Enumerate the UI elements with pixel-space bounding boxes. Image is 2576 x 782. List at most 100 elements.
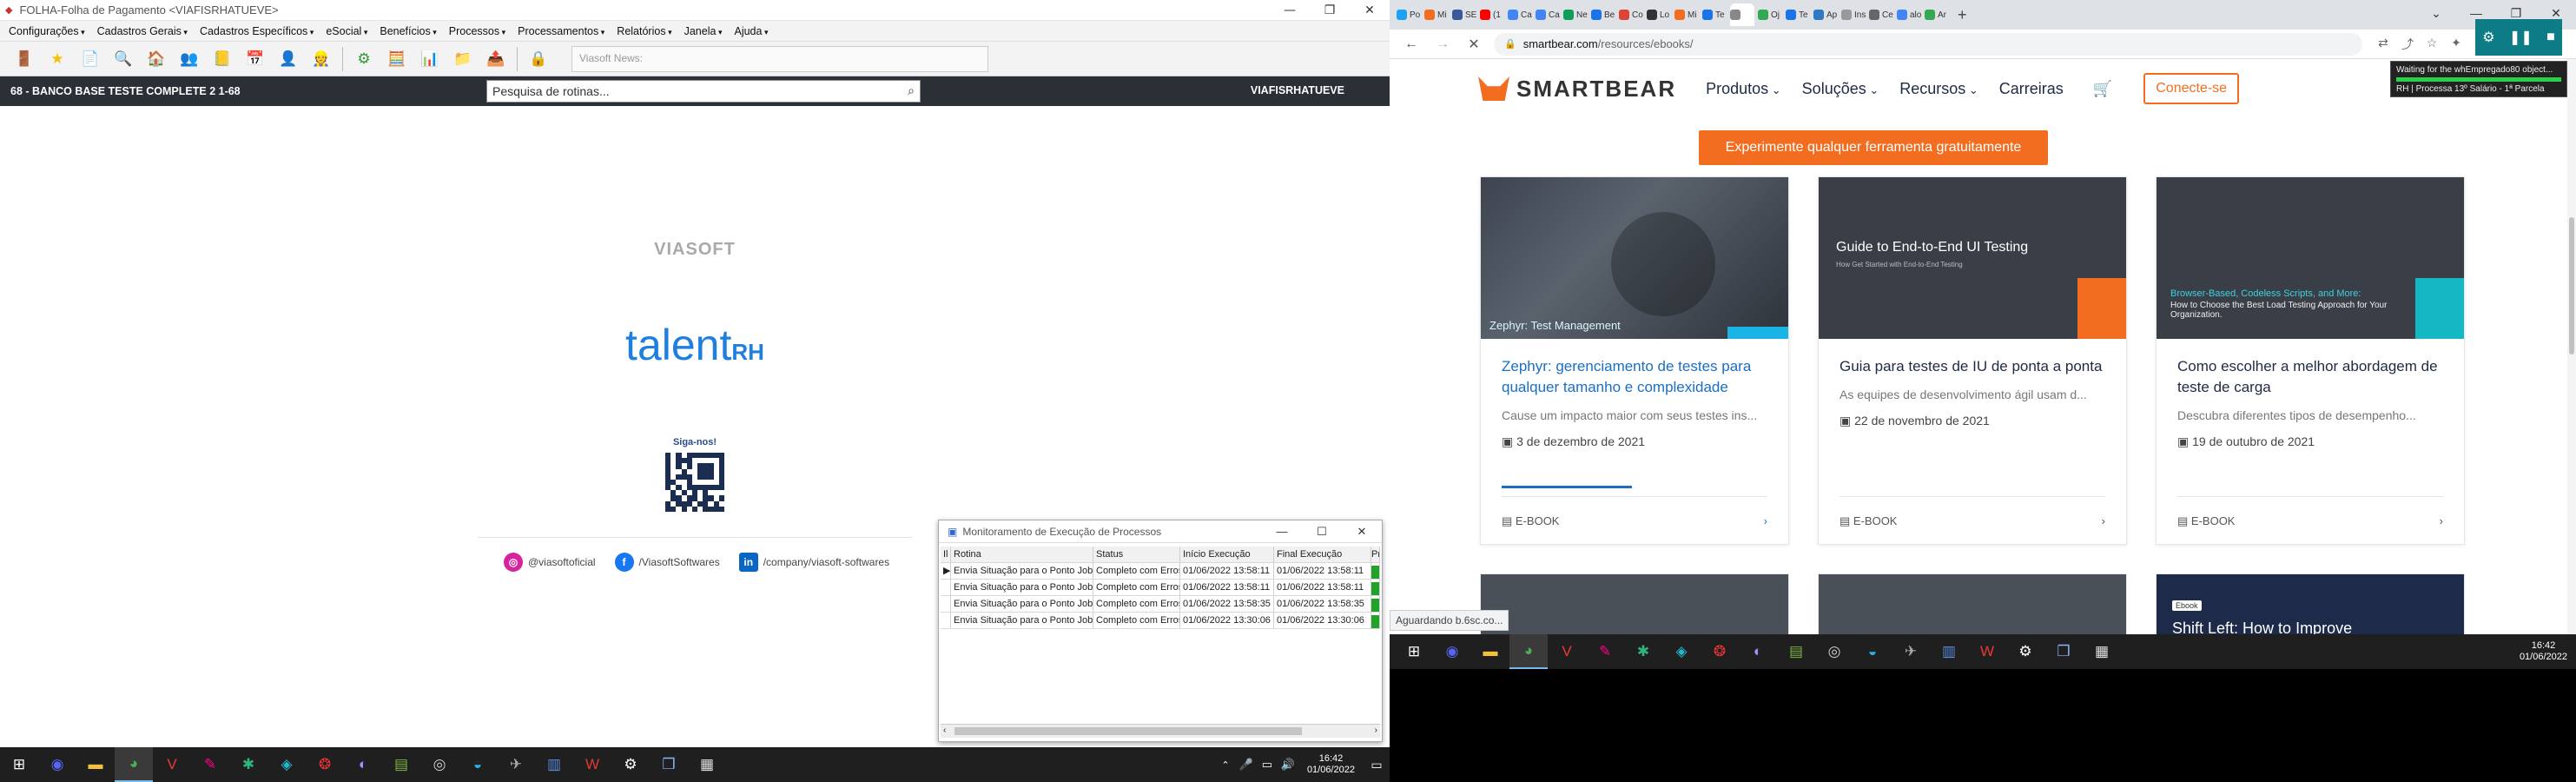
app-red-icon[interactable]: ❂ [1701,634,1739,669]
browser-tab[interactable]: (1 [1480,3,1504,26]
browser-tab[interactable]: Ins [1841,3,1866,26]
page-scrollbar[interactable] [2567,59,2576,634]
monitor-minimize-button[interactable]: — [1262,525,1302,539]
page-scrollbar-thumb[interactable] [2569,217,2574,355]
back-icon[interactable]: ← [1402,36,1421,52]
table-row[interactable]: Envia Situação para o Ponto Job Completo… [941,613,1380,629]
report-icon[interactable]: 📊 [418,47,442,71]
lock-icon[interactable]: 🔒 [526,47,551,71]
favorites-icon[interactable]: ★ [45,47,69,71]
document-icon[interactable]: 📄 [78,47,102,71]
nav-recursos[interactable]: Recursos [1899,80,1978,98]
paint-icon[interactable]: ✎ [1586,634,1624,669]
discord-icon[interactable]: ◉ [38,747,76,782]
close-button[interactable]: ✕ [1350,0,1390,21]
browser-tab[interactable]: Te [1786,3,1810,26]
browser-tab[interactable]: Mi [1424,3,1449,26]
settings-icon[interactable]: ⚙ [611,747,650,782]
card-title[interactable]: Como escolher a melhor abordagem de test… [2177,356,2447,398]
scrollbar-thumb[interactable] [954,727,1302,735]
header-rotina[interactable]: Rotina [951,547,1093,562]
linkedin-link[interactable]: in/company/viasoft-softwares [738,553,889,572]
users-icon[interactable]: 👥 [177,47,201,71]
exit-icon[interactable]: 🚪 [12,47,36,71]
header-inicio[interactable]: Início Execução [1180,547,1274,562]
browser-tab[interactable]: Ar [1925,3,1949,26]
book-icon[interactable]: ❒ [2044,634,2083,669]
try-free-button[interactable]: Experimente qualquer ferramenta gratuita… [1699,130,2048,165]
ebook-card-zephyr[interactable]: Zephyr: Test Management Zephyr: gerencia… [1480,176,1789,545]
notepad-icon[interactable]: ▤ [382,747,420,782]
file-explorer-icon[interactable]: ▬ [76,747,115,782]
browser-tab[interactable]: Lo [1647,3,1671,26]
chevron-right-icon[interactable]: › [2440,514,2443,528]
notes-icon[interactable]: 📒 [210,47,234,71]
new-tab-button[interactable]: + [1958,6,1967,24]
menu-ajuda[interactable]: Ajuda [734,25,768,37]
connect-button[interactable]: Conecte-se [2143,73,2240,104]
browser-tab[interactable]: Te [1702,3,1727,26]
user-settings-icon[interactable]: 👷 [309,47,334,71]
wps-icon[interactable]: W [573,747,611,782]
facebook-link[interactable]: f/ViasoftSoftwares [614,553,720,572]
extension-stop-icon[interactable]: ■ [2546,30,2555,45]
search-doc-icon[interactable]: 🔍 [111,47,135,71]
chrome-icon[interactable]: ◕ [1509,634,1548,669]
browser-tab[interactable]: Mi [1674,3,1699,26]
archive-icon[interactable]: ▥ [535,747,573,782]
monitor-close-button[interactable]: ✕ [1342,525,1382,539]
extensions-icon[interactable]: ✦ [2444,36,2468,53]
tray-chevron-icon[interactable]: ⌃ [1215,747,1236,782]
monitor-maximize-button[interactable]: ☐ [1302,525,1342,539]
stop-loading-icon[interactable]: ✕ [1464,36,1483,53]
notepad-icon[interactable]: ▤ [1777,634,1815,669]
ebook-card-partial[interactable] [1480,573,1789,634]
obs-icon[interactable]: ◎ [420,747,459,782]
browser-tab[interactable]: Po [1397,3,1421,26]
scroll-right-icon[interactable]: › [1375,726,1377,735]
cart-icon[interactable]: 🛒 [2093,80,2112,98]
network-icon[interactable]: ▭ [1257,747,1278,782]
browser-tab[interactable]: Ce [1869,3,1893,26]
extension-gear-icon[interactable]: ⚙ [2482,29,2494,46]
user-search-icon[interactable]: 👤 [276,47,301,71]
scroll-left-icon[interactable]: ‹ [943,726,946,735]
chevron-right-icon[interactable]: › [1764,514,1767,528]
microphone-icon[interactable]: 🎤 [1236,747,1257,782]
right-clock[interactable]: 16:42 01/06/2022 [2520,640,2567,663]
windows-start-icon[interactable]: ⊞ [1395,634,1433,669]
horizontal-scrollbar[interactable]: ‹ › [941,724,1380,738]
translate-icon[interactable]: ⇄ [2371,36,2395,53]
menu-processamentos[interactable]: Processamentos [518,25,604,37]
menu-cadastros-gerais[interactable]: Cadastros Gerais [97,25,188,37]
github-icon[interactable]: ◐ [344,747,382,782]
home-icon[interactable]: 🏠 [144,47,168,71]
vivaldi-icon[interactable]: V [153,747,191,782]
menu-configuracoes[interactable]: Configurações [9,25,85,37]
forward-icon[interactable]: → [1433,36,1452,52]
discord-icon[interactable]: ◉ [1433,634,1471,669]
calc-icon[interactable]: 🧮 [385,47,409,71]
browser-tab[interactable]: Ap [1813,3,1838,26]
card-title[interactable]: Zephyr: gerenciamento de testes para qua… [1502,356,1771,398]
extension-pause-icon[interactable]: ❚❚ [2509,29,2533,46]
bird-icon[interactable]: ✈ [1892,634,1930,669]
instagram-link[interactable]: ◎ @viasoftoficial [504,553,596,572]
header-final[interactable]: Final Execução [1274,547,1371,562]
edge-icon[interactable]: ◒ [459,747,497,782]
bird-icon[interactable]: ✈ [497,747,535,782]
notification-icon[interactable]: ▭ [1364,747,1390,782]
table-row[interactable]: Envia Situação para o Ponto Job Completo… [941,580,1380,596]
github-icon[interactable]: ◐ [1739,634,1777,669]
vpn-icon[interactable]: ◈ [1662,634,1701,669]
browser-tab[interactable]: Oj [1758,3,1782,26]
settings-icon[interactable]: ⚙ [2006,634,2044,669]
restore-button[interactable]: ❐ [1310,0,1350,21]
volume-icon[interactable]: 🔊 [1278,747,1298,782]
chevron-right-icon[interactable]: › [2102,514,2105,528]
wps-icon[interactable]: W [1968,634,2006,669]
calendar-app-icon[interactable]: ▦ [2083,634,2121,669]
obs-icon[interactable]: ◎ [1815,634,1853,669]
menu-relatorios[interactable]: Relatórios [617,25,671,37]
browser-tab[interactable]: alo [1897,3,1921,26]
